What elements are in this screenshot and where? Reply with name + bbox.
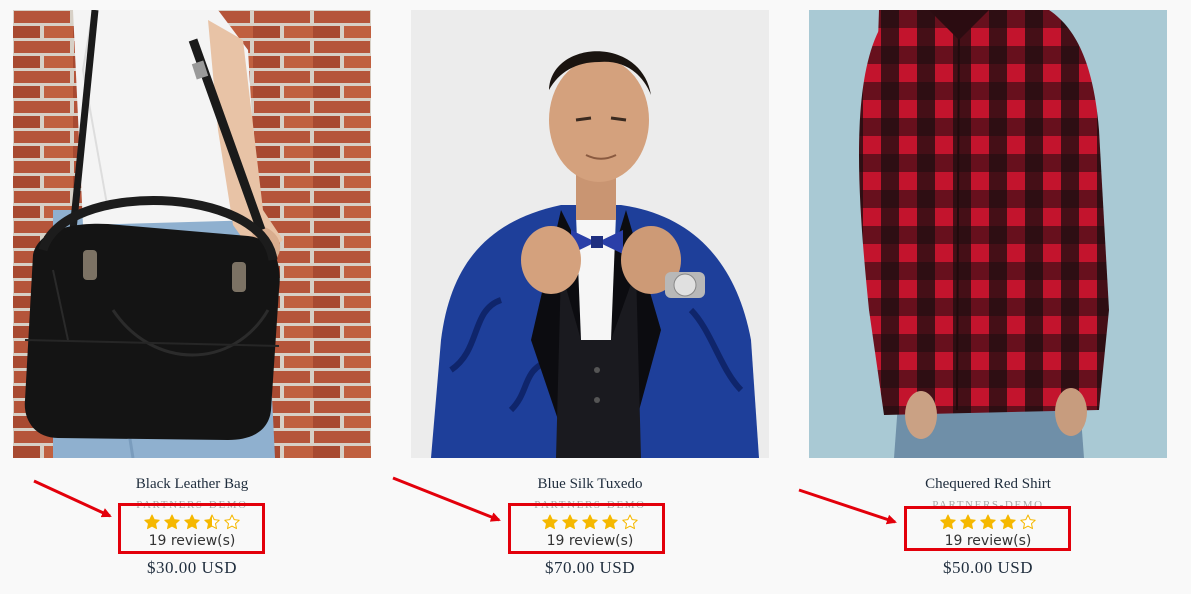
product-vendor: PARTNERS-DEMO bbox=[136, 499, 248, 511]
product-card[interactable]: Black Leather Bag PARTNERS-DEMO 19 revie… bbox=[13, 10, 371, 577]
product-vendor: PARTNERS-DEMO bbox=[932, 499, 1044, 511]
star-rating bbox=[411, 514, 769, 530]
star-full-icon bbox=[602, 514, 618, 530]
review-count-link[interactable]: 19 review(s) bbox=[809, 533, 1167, 549]
product-title[interactable]: Chequered Red Shirt bbox=[809, 476, 1167, 493]
product-price: $70.00 USD bbox=[544, 558, 635, 577]
star-full-icon bbox=[164, 514, 180, 530]
product-title[interactable]: Blue Silk Tuxedo bbox=[411, 476, 769, 493]
star-full-icon bbox=[940, 514, 956, 530]
product-image-chequered-red-shirt[interactable] bbox=[809, 10, 1167, 458]
star-rating bbox=[13, 514, 371, 530]
product-price: $50.00 USD bbox=[942, 558, 1033, 577]
star-full-icon bbox=[542, 514, 558, 530]
product-card[interactable]: Blue Silk Tuxedo PARTNERS-DEMO 19 review… bbox=[411, 10, 769, 577]
product-title[interactable]: Black Leather Bag bbox=[13, 476, 371, 493]
product-price: $30.00 USD bbox=[146, 558, 237, 577]
star-full-icon bbox=[1000, 514, 1016, 530]
product-image-blue-silk-tuxedo[interactable] bbox=[411, 10, 769, 458]
star-full-icon bbox=[184, 514, 200, 530]
product-card[interactable]: Chequered Red Shirt PARTNERS-DEMO 19 rev… bbox=[809, 10, 1167, 577]
star-full-icon bbox=[582, 514, 598, 530]
star-full-icon bbox=[960, 514, 976, 530]
star-half-icon bbox=[204, 514, 220, 530]
product-image-black-leather-bag[interactable] bbox=[13, 10, 371, 458]
star-full-icon bbox=[980, 514, 996, 530]
star-empty-icon bbox=[1020, 514, 1036, 530]
review-count-link[interactable]: 19 review(s) bbox=[13, 533, 371, 549]
star-rating bbox=[809, 514, 1167, 530]
star-empty-icon bbox=[224, 514, 240, 530]
star-full-icon bbox=[144, 514, 160, 530]
star-empty-icon bbox=[622, 514, 638, 530]
product-vendor: PARTNERS-DEMO bbox=[534, 499, 646, 511]
review-count-link[interactable]: 19 review(s) bbox=[411, 533, 769, 549]
star-full-icon bbox=[562, 514, 578, 530]
